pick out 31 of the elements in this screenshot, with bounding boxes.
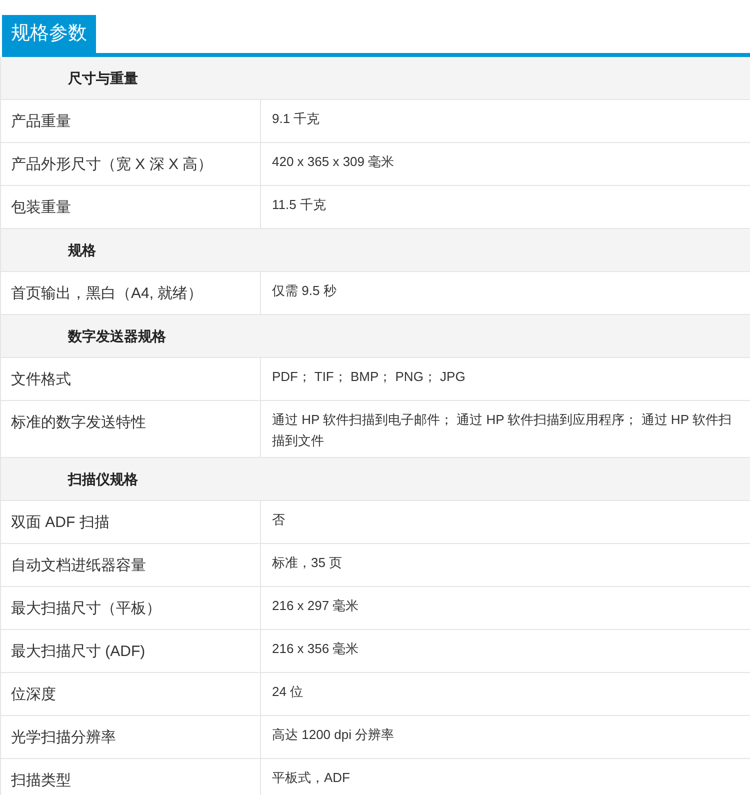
spec-value: 11.5 千克	[271, 196, 327, 214]
spec-value: 24 位	[271, 683, 304, 701]
section-tab[interactable]: 规格参数	[2, 15, 96, 53]
spec-label: 光学扫描分辨率	[1, 716, 261, 758]
spec-label: 最大扫描尺寸（平板）	[1, 587, 261, 629]
spec-label: 位深度	[1, 673, 261, 715]
spec-label: 产品外形尺寸（宽 X 深 X 高）	[1, 143, 261, 185]
spec-value: 9.1 千克	[271, 110, 321, 128]
section-header: 扫描仪规格	[1, 458, 750, 501]
section-header: 规格	[1, 229, 750, 272]
spec-label: 包装重量	[1, 186, 261, 228]
spec-label: 文件格式	[1, 358, 261, 400]
spec-label: 最大扫描尺寸 (ADF)	[1, 630, 261, 672]
spec-value: 420 x 365 x 309 毫米	[271, 153, 396, 171]
section-header: 尺寸与重量	[1, 57, 750, 100]
spec-value: PDF； TIF； BMP； PNG； JPG	[271, 368, 466, 386]
section-header: 数字发送器规格	[1, 315, 750, 358]
spec-value: 仅需 9.5 秒	[271, 282, 338, 300]
spec-label: 双面 ADF 扫描	[1, 501, 261, 543]
spec-label: 产品重量	[1, 100, 261, 142]
spec-value: 否	[271, 511, 286, 529]
spec-value: 高达 1200 dpi 分辨率	[271, 726, 396, 744]
spec-label: 首页输出，黑白（A4, 就绪）	[1, 272, 261, 314]
spec-value: 平板式，ADF	[271, 769, 351, 787]
spec-value: 标准，35 页	[271, 554, 344, 572]
spec-label: 标准的数字发送特性	[1, 401, 261, 457]
spec-label: 扫描类型	[1, 759, 261, 795]
spec-label: 自动文档进纸器容量	[1, 544, 261, 586]
spec-value: 216 x 356 毫米	[271, 640, 360, 658]
spec-value: 216 x 297 毫米	[271, 597, 360, 615]
spec-value: 通过 HP 软件扫描到电子邮件； 通过 HP 软件扫描到应用程序； 通过 HP 软件扫描到文件	[271, 411, 732, 450]
